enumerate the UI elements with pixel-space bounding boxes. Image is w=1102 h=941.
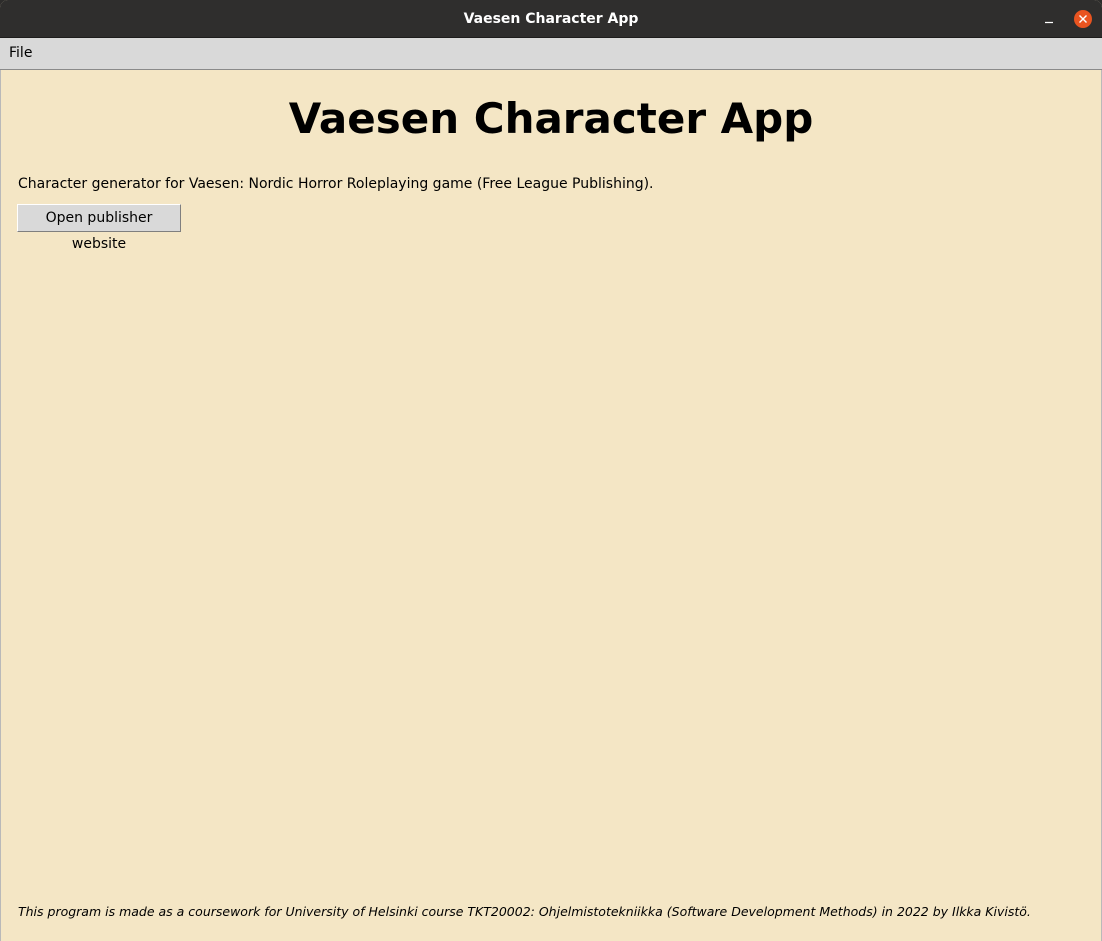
menu-file[interactable]: File (2, 41, 39, 65)
close-button[interactable] (1074, 10, 1092, 28)
app-window: Vaesen Character App File Vaesen Charact… (0, 0, 1102, 941)
page-title: Vaesen Character App (288, 94, 814, 143)
minimize-button[interactable] (1040, 10, 1058, 28)
window-title: Vaesen Character App (463, 11, 639, 27)
title-bar[interactable]: Vaesen Character App (0, 0, 1102, 38)
main-content: Vaesen Character App Character generator… (0, 70, 1102, 941)
open-publisher-website-button[interactable]: Open publisher website (17, 204, 181, 252)
menu-bar: File (0, 38, 1102, 70)
app-description: Character generator for Vaesen: Nordic H… (18, 176, 654, 192)
minimize-icon (1045, 21, 1053, 24)
close-icon (1079, 15, 1087, 23)
footer-credits: This program is made as a coursework for… (18, 904, 1031, 919)
